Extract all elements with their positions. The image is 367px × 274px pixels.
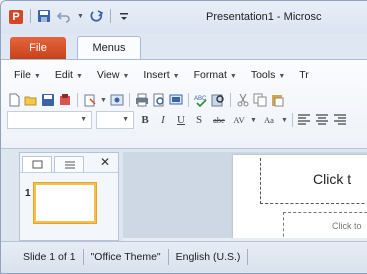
chevron-down-icon: ▼ bbox=[229, 73, 237, 80]
chevron-down-icon[interactable]: ▼ bbox=[80, 116, 87, 123]
status-bar: Slide 1 of 1 "Office Theme" English (U.S… bbox=[1, 241, 367, 273]
redo-icon[interactable] bbox=[90, 9, 104, 23]
tab-menus[interactable]: Menus bbox=[77, 36, 141, 60]
tab-outline[interactable] bbox=[54, 156, 84, 172]
bold-button[interactable]: B bbox=[138, 114, 152, 126]
chevron-down-icon: ▼ bbox=[75, 73, 83, 80]
undo-icon[interactable] bbox=[57, 9, 71, 23]
menu-view-label: View bbox=[96, 69, 120, 81]
formatting-toolbar: ▼ ▼ B I U S abe AV ▼ Aa ▼ bbox=[7, 111, 347, 129]
title-placeholder-text: Click t bbox=[313, 171, 352, 187]
toolbar-separator bbox=[128, 93, 130, 107]
menu-insert[interactable]: Insert ▼ bbox=[136, 69, 186, 81]
menu-view[interactable]: View ▼ bbox=[90, 69, 137, 81]
change-case-button[interactable]: Aa bbox=[261, 115, 277, 125]
slide-editing-area: Click t Click to bbox=[123, 152, 367, 242]
text-shadow-button[interactable]: S bbox=[192, 114, 206, 126]
toolbar-separator bbox=[229, 93, 231, 107]
chevron-down-icon[interactable]: ▼ bbox=[100, 97, 107, 104]
chevron-down-icon: ▼ bbox=[172, 73, 180, 80]
workspace: ✕ 1 Click t Click to bbox=[1, 149, 367, 242]
slide-canvas[interactable]: Click t Click to bbox=[233, 155, 367, 242]
save-icon[interactable] bbox=[37, 9, 51, 23]
title-placeholder[interactable]: Click t bbox=[260, 158, 367, 204]
menu-format-label: Format bbox=[193, 69, 227, 81]
tab-file[interactable]: File bbox=[10, 37, 66, 59]
toolbar-separator bbox=[77, 93, 78, 107]
qat-separator bbox=[109, 9, 111, 23]
insert-picture-icon[interactable] bbox=[110, 93, 124, 107]
menu-tools[interactable]: Tools ▼ bbox=[244, 69, 292, 81]
menu-format[interactable]: Format ▼ bbox=[187, 69, 244, 81]
open-folder-icon[interactable] bbox=[24, 93, 38, 107]
qat-separator bbox=[30, 9, 31, 23]
toolbar-separator bbox=[291, 113, 293, 127]
menu-transitions[interactable]: Tr bbox=[292, 69, 316, 81]
menu-edit[interactable]: Edit ▼ bbox=[48, 69, 90, 81]
menu-edit-label: Edit bbox=[54, 69, 73, 81]
print-preview-icon[interactable] bbox=[152, 93, 166, 107]
undo-dropdown-arrow-icon[interactable]: ▼ bbox=[77, 13, 84, 20]
classic-menu-bar: File ▼ Edit ▼ View ▼ Insert ▼ Format ▼ Tools ▼… bbox=[7, 69, 316, 81]
save-icon[interactable] bbox=[41, 93, 55, 107]
paste-special-icon[interactable] bbox=[83, 93, 97, 107]
font-name-combobox[interactable]: ▼ bbox=[7, 111, 92, 129]
align-center-icon[interactable] bbox=[315, 114, 329, 126]
align-right-icon[interactable] bbox=[333, 114, 347, 126]
ribbon-tabs: File Menus bbox=[1, 35, 367, 60]
slide-show-icon[interactable] bbox=[169, 93, 183, 107]
slide-thumbnail[interactable] bbox=[34, 183, 96, 223]
chevron-down-icon[interactable]: ▼ bbox=[250, 117, 257, 124]
menu-file[interactable]: File ▼ bbox=[7, 69, 48, 81]
slide-number: 1 bbox=[25, 188, 31, 199]
menu-insert-label: Insert bbox=[143, 69, 170, 81]
permission-icon[interactable] bbox=[58, 93, 72, 107]
menus-ribbon: File ▼ Edit ▼ View ▼ Insert ▼ Format ▼ Tools ▼… bbox=[1, 59, 367, 149]
toolbar-separator bbox=[187, 93, 189, 107]
application-window: P ▼ Presentation1 - Microsc File Menus F… bbox=[0, 0, 367, 274]
menu-file-label: File bbox=[14, 69, 31, 81]
menu-tools-label: Tools bbox=[250, 69, 276, 81]
panel-tabs: ✕ bbox=[20, 153, 118, 173]
align-left-icon[interactable] bbox=[297, 114, 311, 126]
print-icon[interactable] bbox=[135, 93, 149, 107]
font-size-combobox[interactable]: ▼ bbox=[96, 111, 134, 129]
research-icon[interactable] bbox=[211, 93, 225, 107]
slides-tab-icon bbox=[32, 160, 43, 169]
copy-icon[interactable] bbox=[253, 93, 267, 107]
spelling-check-icon[interactable]: ABC bbox=[194, 93, 208, 107]
chevron-down-icon[interactable]: ▼ bbox=[281, 117, 288, 124]
chevron-down-icon: ▼ bbox=[122, 73, 130, 80]
status-items: Slide 1 of 1 "Office Theme" English (U.S… bbox=[1, 242, 249, 272]
status-separator bbox=[247, 249, 249, 265]
new-document-icon[interactable] bbox=[7, 93, 21, 107]
chevron-down-icon: ▼ bbox=[33, 73, 41, 80]
outline-tab-icon bbox=[65, 161, 75, 169]
subtitle-placeholder-text: Click to bbox=[332, 221, 362, 231]
chevron-down-icon: ▼ bbox=[278, 73, 286, 80]
customize-qat-icon[interactable] bbox=[117, 9, 131, 23]
powerpoint-app-icon[interactable]: P bbox=[9, 10, 23, 24]
standard-toolbar: ▼ ABC bbox=[7, 93, 284, 107]
window-title: Presentation1 - Microsc bbox=[206, 11, 322, 23]
cut-icon[interactable] bbox=[236, 93, 250, 107]
quick-access-toolbar: ▼ bbox=[30, 9, 131, 23]
tab-slides[interactable] bbox=[22, 156, 52, 172]
slides-outline-panel: ✕ 1 bbox=[19, 152, 119, 241]
status-theme: "Office Theme" bbox=[90, 251, 161, 263]
menu-transitions-label: Tr bbox=[299, 69, 309, 81]
strikethrough-button[interactable]: abe bbox=[210, 115, 228, 125]
status-slide-count: Slide 1 of 1 bbox=[23, 251, 76, 263]
status-language[interactable]: English (U.S.) bbox=[169, 251, 248, 263]
close-icon[interactable]: ✕ bbox=[100, 155, 110, 169]
chevron-down-icon[interactable]: ▼ bbox=[122, 116, 129, 123]
paste-icon[interactable] bbox=[270, 93, 284, 107]
underline-button[interactable]: U bbox=[174, 114, 188, 126]
title-bar: P ▼ Presentation1 - Microsc bbox=[1, 1, 367, 33]
character-spacing-button[interactable]: AV bbox=[232, 115, 246, 125]
italic-button[interactable]: I bbox=[156, 114, 170, 126]
